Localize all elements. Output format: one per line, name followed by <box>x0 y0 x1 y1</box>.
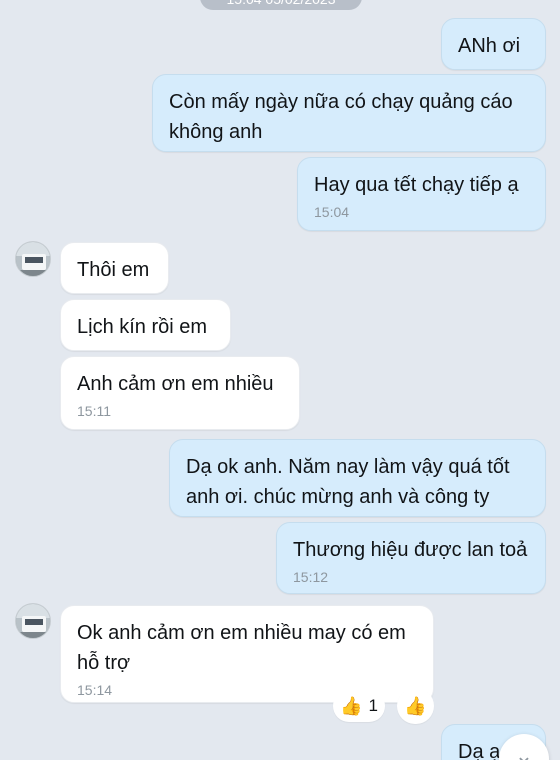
add-reaction-button[interactable]: 👍 <box>397 688 434 724</box>
reaction-count: 1 <box>368 696 378 715</box>
message-text: ANh ơi <box>458 35 521 57</box>
message-text: Thương hiệu được lan toả <box>293 539 528 561</box>
contact-avatar[interactable] <box>15 241 51 277</box>
message-bubble-outgoing[interactable]: Hay qua tết chạy tiếp ạ 15:04 <box>297 157 546 231</box>
message-bubble-outgoing[interactable]: Còn mấy ngày nữa có chạy quảng cáo không… <box>152 74 546 152</box>
message-text: Hay qua tết chạy tiếp ạ <box>314 174 519 196</box>
thumbs-up-icon: 👍 <box>340 696 363 716</box>
contact-avatar[interactable] <box>15 603 51 639</box>
truck-photo-icon <box>16 242 50 276</box>
message-text: Dạ ok anh. Năm nay làm vậy quá tốt anh ơ… <box>186 456 510 508</box>
message-bubble-incoming[interactable]: Thôi em <box>60 242 169 294</box>
message-text: Dạ ạ <box>458 741 501 760</box>
message-bubble-incoming[interactable]: Ok anh cảm ơn em nhiều may có em hỗ trợ … <box>60 605 434 703</box>
date-separator: 15:04 05/02/2023 <box>200 0 362 10</box>
message-text: Lịch kín rồi em <box>77 316 208 338</box>
message-text: Ok anh cảm ơn em nhiều may có em hỗ trợ <box>77 622 406 674</box>
message-timestamp: 15:04 <box>314 204 350 220</box>
message-timestamp: 15:11 <box>77 403 111 419</box>
message-text: Còn mấy ngày nữa có chạy quảng cáo không… <box>169 91 513 143</box>
truck-photo-icon <box>16 604 50 638</box>
message-bubble-outgoing[interactable]: Thương hiệu được lan toả 15:12 <box>276 522 546 594</box>
message-bubble-incoming[interactable]: Lịch kín rồi em <box>60 299 231 351</box>
message-bubble-outgoing[interactable]: Dạ ok anh. Năm nay làm vậy quá tốt anh ơ… <box>169 439 546 517</box>
message-text: Anh cảm ơn em nhiều <box>77 373 274 395</box>
thumbs-up-reaction[interactable]: 👍 1 <box>333 690 385 722</box>
message-timestamp: 15:12 <box>293 569 329 585</box>
message-text: Thôi em <box>77 259 150 281</box>
chevron-down-icon: ⌄ <box>514 743 534 760</box>
thumbs-up-icon: 👍 <box>404 696 427 716</box>
message-bubble-outgoing[interactable]: ANh ơi <box>441 18 546 70</box>
message-bubble-incoming[interactable]: Anh cảm ơn em nhiều 15:11 <box>60 356 300 430</box>
